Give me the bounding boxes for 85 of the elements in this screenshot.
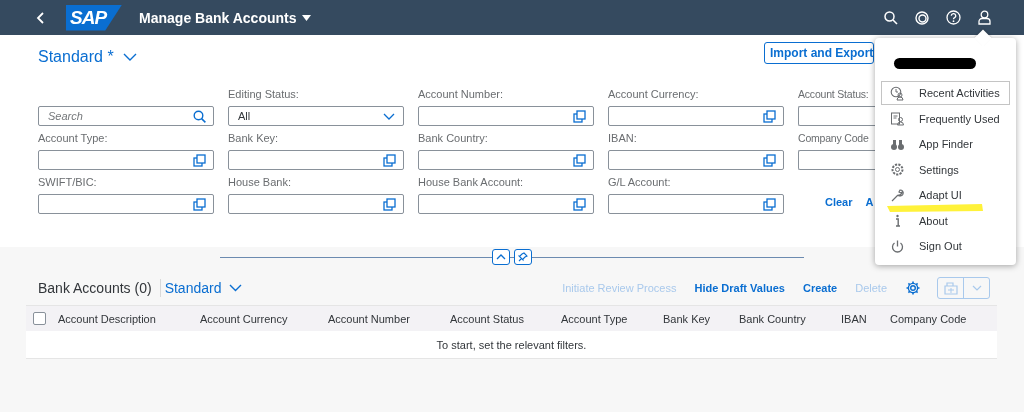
input-field[interactable]	[418, 150, 594, 170]
chevron-up-icon	[496, 254, 506, 260]
wrench-icon	[890, 187, 905, 203]
help-icon[interactable]	[946, 10, 961, 25]
variant-title[interactable]: Standard *	[38, 48, 114, 66]
field-label: Editing Status:	[228, 88, 299, 102]
value-help-icon[interactable]	[763, 110, 776, 123]
menu-item[interactable]: About	[881, 212, 1010, 229]
caret-icon	[302, 14, 312, 21]
value-help-icon[interactable]	[763, 198, 776, 211]
menu-item[interactable]: Frequently Used	[881, 110, 1010, 127]
field-label: Account Number:	[418, 88, 503, 102]
column-header: Account Number	[328, 312, 411, 325]
value-help-icon[interactable]	[383, 198, 396, 211]
app-title-menu[interactable]: Manage Bank Accounts	[139, 9, 312, 26]
column-header: IBAN	[841, 312, 868, 325]
chevron-down-icon[interactable]	[229, 284, 243, 292]
pin-button[interactable]	[514, 249, 532, 265]
field-label: Account Status:	[798, 88, 869, 102]
sap-logo: SAP	[66, 4, 123, 31]
column-header: Account Currency	[200, 312, 289, 325]
input-field[interactable]	[38, 150, 214, 170]
menu-item[interactable]: App Finder	[881, 136, 1010, 152]
toolbar-button[interactable]: Hide Draft Values	[694, 282, 785, 294]
field-label: Account Currency:	[608, 88, 699, 102]
menu-item[interactable]: Sign Out	[881, 238, 1010, 254]
clipboard-user-icon	[890, 111, 905, 126]
input-field[interactable]	[798, 106, 875, 126]
value-help-icon[interactable]	[763, 154, 776, 167]
input-field[interactable]	[608, 194, 784, 214]
table-variant[interactable]: Standard	[164, 280, 222, 296]
value-help-icon[interactable]	[573, 154, 586, 167]
input-field[interactable]	[418, 194, 594, 214]
field-label: House Bank:	[228, 176, 291, 190]
menu-item[interactable]: Settings	[881, 161, 1010, 178]
user-icon[interactable]	[978, 10, 991, 25]
menu-item[interactable]: Adapt UI	[881, 187, 1010, 203]
column-header: Bank Country	[739, 312, 807, 325]
recent-activities-icon	[890, 85, 905, 101]
settings-icon[interactable]	[905, 280, 921, 296]
value-help-icon[interactable]	[383, 154, 396, 167]
field-label: House Bank Account:	[418, 176, 524, 190]
chevron-down-icon	[971, 285, 982, 291]
field-label: SWIFT/BIC:	[38, 176, 97, 190]
value-help-icon[interactable]	[193, 198, 206, 211]
input-field[interactable]	[38, 194, 214, 214]
search-field[interactable]: Search	[38, 106, 214, 126]
input-field[interactable]	[418, 106, 594, 126]
gear-icon	[890, 162, 905, 177]
pin-icon	[518, 252, 528, 262]
input-field[interactable]	[608, 150, 784, 170]
select-field[interactable]: All	[228, 106, 404, 126]
chevron-down-icon[interactable]	[122, 53, 137, 61]
input-field[interactable]	[608, 106, 784, 126]
field-label: IBAN:	[608, 132, 637, 146]
empty-table-message: To start, set the relevant filters.	[436, 338, 587, 351]
select-all-checkbox[interactable]	[33, 312, 46, 325]
power-icon	[890, 238, 905, 254]
input-field[interactable]	[228, 194, 404, 214]
collapse-button[interactable]	[492, 249, 510, 265]
value-help-icon[interactable]	[573, 110, 586, 123]
menu-item[interactable]: Recent Activities	[881, 81, 1010, 105]
field-label: G/L Account:	[608, 176, 671, 190]
filter-action-button[interactable]: Clear	[825, 196, 853, 208]
column-header: Account Type	[561, 312, 629, 325]
column-header: Bank Key	[663, 312, 712, 325]
field-label: Account Type:	[38, 132, 108, 146]
field-label: Company Code	[798, 132, 869, 146]
table-title: Bank Accounts (0)	[26, 279, 161, 297]
search-icon[interactable]	[193, 110, 206, 123]
filter-action-button[interactable]: A	[865, 196, 874, 208]
column-header: Account Description	[58, 312, 157, 325]
field-label: Bank Country:	[418, 132, 488, 146]
back-icon[interactable]	[36, 10, 46, 25]
chevron-down-icon	[383, 112, 395, 120]
column-header: Company Code	[890, 312, 968, 325]
field-label: Bank Key:	[228, 132, 279, 146]
import-export-button[interactable]: Import and Export	[764, 42, 874, 64]
toolbar-button[interactable]: Create	[802, 282, 838, 294]
search-icon[interactable]	[884, 10, 898, 25]
input-field[interactable]	[798, 150, 875, 170]
column-header: Account Status	[450, 312, 525, 325]
value-help-icon[interactable]	[573, 198, 586, 211]
value-help-icon[interactable]	[193, 154, 206, 167]
input-field[interactable]	[228, 150, 404, 170]
